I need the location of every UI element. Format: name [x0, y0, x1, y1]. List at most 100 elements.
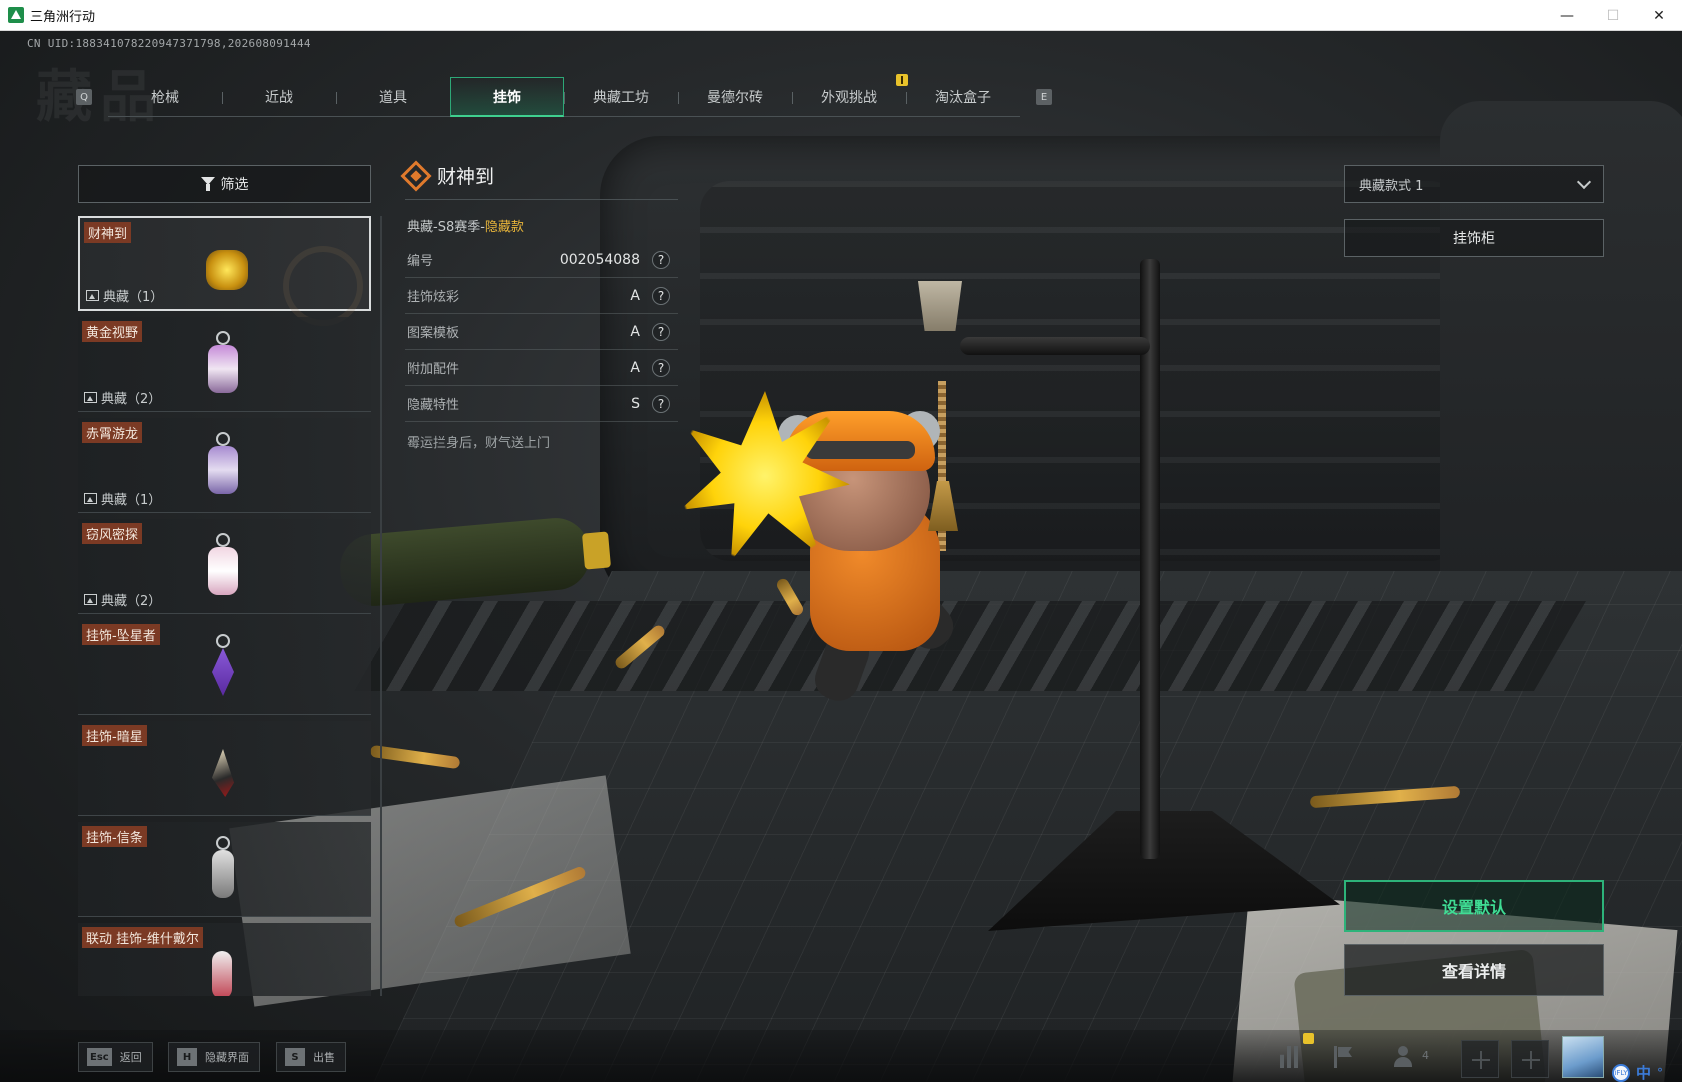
- detail-header: 财神到: [400, 159, 494, 192]
- thumb-figure: [212, 850, 234, 898]
- attribute-row: 图案模板 A ?: [405, 314, 678, 350]
- ime-mode: 中: [1636, 1064, 1652, 1082]
- tab-collection-workshop[interactable]: 典藏工坊: [564, 77, 678, 117]
- list-item[interactable]: 挂饰-坠星者: [78, 620, 371, 715]
- alert-icon: [896, 74, 908, 86]
- friend-count: 4: [1422, 1049, 1429, 1062]
- item-name: 财神到: [84, 222, 132, 243]
- item-name: 赤霄游龙: [82, 422, 143, 443]
- thumb-figure: [208, 446, 238, 494]
- item-name: 挂饰-暗星: [82, 725, 147, 746]
- add-slot-button[interactable]: [1511, 1040, 1549, 1078]
- attribute-value: S: [631, 395, 640, 412]
- item-thumbnail: [200, 634, 250, 700]
- item-count: 典藏（2）: [84, 388, 161, 407]
- window-title: 三角洲行动: [30, 9, 96, 25]
- tab-guns[interactable]: 枪械: [108, 77, 222, 117]
- bullet: [369, 744, 461, 770]
- tab-charms[interactable]: 挂饰: [450, 77, 564, 117]
- key-cap: Esc: [87, 1048, 112, 1066]
- back-hint[interactable]: Esc 返回: [78, 1042, 153, 1072]
- ime-punct: °: [1657, 1065, 1664, 1080]
- app-root: 三角洲行动 — ☐ ✕ CN UID:188341078220947371798…: [0, 0, 1682, 1082]
- tier-hidden-label: 隐藏款: [484, 220, 524, 235]
- ime-logo-icon: iFLY: [1612, 1063, 1630, 1082]
- attribute-label: 挂饰炫彩: [407, 290, 460, 305]
- app-logo-icon: [8, 7, 24, 23]
- attribute-label: 编号: [407, 254, 434, 269]
- tab-appearance-challenge[interactable]: 外观挑战: [792, 77, 906, 117]
- close-button[interactable]: ✕: [1636, 0, 1682, 31]
- help-icon[interactable]: ?: [652, 394, 670, 413]
- attribute-row: 隐藏特性 S ?: [405, 386, 678, 422]
- list-item[interactable]: 窃风密探 典藏（2）: [78, 519, 371, 614]
- list-item[interactable]: 财神到 典藏（1）: [78, 216, 371, 326]
- item-name: 窃风密探: [82, 523, 143, 544]
- style-dropdown[interactable]: 典藏款式 1: [1344, 165, 1604, 203]
- thumb-figure: [212, 951, 232, 996]
- tab-items[interactable]: 道具: [336, 77, 450, 117]
- help-icon[interactable]: ?: [652, 358, 670, 377]
- attribute-label: 隐藏特性: [407, 398, 460, 413]
- help-icon[interactable]: ?: [652, 250, 670, 269]
- add-slot-button[interactable]: [1461, 1040, 1499, 1078]
- prev-tab-key[interactable]: Q: [76, 89, 92, 105]
- attribute-value: A: [630, 287, 640, 304]
- item-thumbnail: [200, 937, 250, 996]
- key-cap: S: [285, 1048, 305, 1066]
- sell-hint[interactable]: S 出售: [276, 1042, 346, 1072]
- thumb-ring: [216, 634, 230, 648]
- hint-label: 出售: [313, 1051, 335, 1064]
- list-item[interactable]: 挂饰-信条: [78, 822, 371, 917]
- divider: [405, 199, 678, 200]
- chevron-down-icon: [1576, 174, 1592, 190]
- image-icon: [84, 594, 97, 605]
- list-scrollbar[interactable]: [380, 216, 382, 996]
- tab-mandel-brick[interactable]: 曼德尔砖: [678, 77, 792, 117]
- thumb-figure: [208, 345, 238, 393]
- window-titlebar: 三角洲行动 — ☐ ✕: [0, 0, 1682, 31]
- user-uid: CN UID:188341078220947371798,20260809144…: [27, 37, 311, 50]
- item-count: 典藏（1）: [86, 286, 163, 305]
- list-item[interactable]: 黄金视野 典藏（2）: [78, 317, 371, 412]
- charm-figure-preview[interactable]: [680, 281, 1000, 711]
- attribute-value: A: [630, 323, 640, 340]
- item-count-label: 典藏（2）: [101, 392, 162, 407]
- minimize-button[interactable]: —: [1544, 0, 1590, 31]
- help-icon[interactable]: ?: [652, 322, 670, 341]
- tab-elimination-box[interactable]: 淘汰盒子: [906, 77, 1020, 117]
- thumb-ring: [216, 533, 230, 547]
- list-item[interactable]: 赤霄游龙 典藏（1）: [78, 418, 371, 513]
- item-thumbnail: [202, 232, 252, 298]
- help-icon[interactable]: ?: [652, 286, 670, 305]
- set-default-button[interactable]: 设置默认: [1344, 880, 1604, 932]
- charm-cabinet-button[interactable]: 挂饰柜: [1344, 219, 1604, 257]
- avatar[interactable]: [1562, 1036, 1604, 1078]
- item-count-label: 典藏（1）: [101, 493, 162, 508]
- collection-seal-icon: [283, 246, 363, 326]
- list-item[interactable]: 联动 挂饰-维什戴尔: [78, 923, 371, 996]
- friends-icon[interactable]: [1394, 1046, 1416, 1068]
- thumb-figure: [212, 749, 234, 797]
- thumb-ring: [216, 331, 230, 345]
- charm-list: 财神到 典藏（1） 黄金视野 典藏（2） 赤霄游龙 典藏（1） 窃风密探 典藏（…: [78, 216, 371, 996]
- item-name: 联动 挂饰-维什戴尔: [82, 927, 203, 948]
- attribute-row: 编号 002054088 ?: [405, 242, 678, 278]
- list-item[interactable]: 挂饰-暗星: [78, 721, 371, 816]
- maximize-button[interactable]: ☐: [1590, 0, 1636, 31]
- tab-melee[interactable]: 近战: [222, 77, 336, 117]
- tier-prefix: 典藏-S8赛季-: [407, 220, 485, 235]
- detail-tier: 典藏-S8赛季-隐藏款: [407, 216, 524, 235]
- thumb-figure: [212, 648, 234, 696]
- window-controls: — ☐ ✕: [1544, 0, 1682, 31]
- next-tab-key[interactable]: E: [1036, 89, 1052, 105]
- ime-indicator[interactable]: iFLY 中 °: [1612, 1062, 1663, 1082]
- thumb-figure: [206, 250, 248, 290]
- item-count: 典藏（2）: [84, 590, 161, 609]
- item-name: 黄金视野: [82, 321, 143, 342]
- filter-button[interactable]: 筛选: [78, 165, 371, 203]
- flag-icon[interactable]: [1334, 1046, 1356, 1068]
- view-details-button[interactable]: 查看详情: [1344, 944, 1604, 996]
- hide-ui-hint[interactable]: H 隐藏界面: [168, 1042, 260, 1072]
- attribute-row: 挂饰炫彩 A ?: [405, 278, 678, 314]
